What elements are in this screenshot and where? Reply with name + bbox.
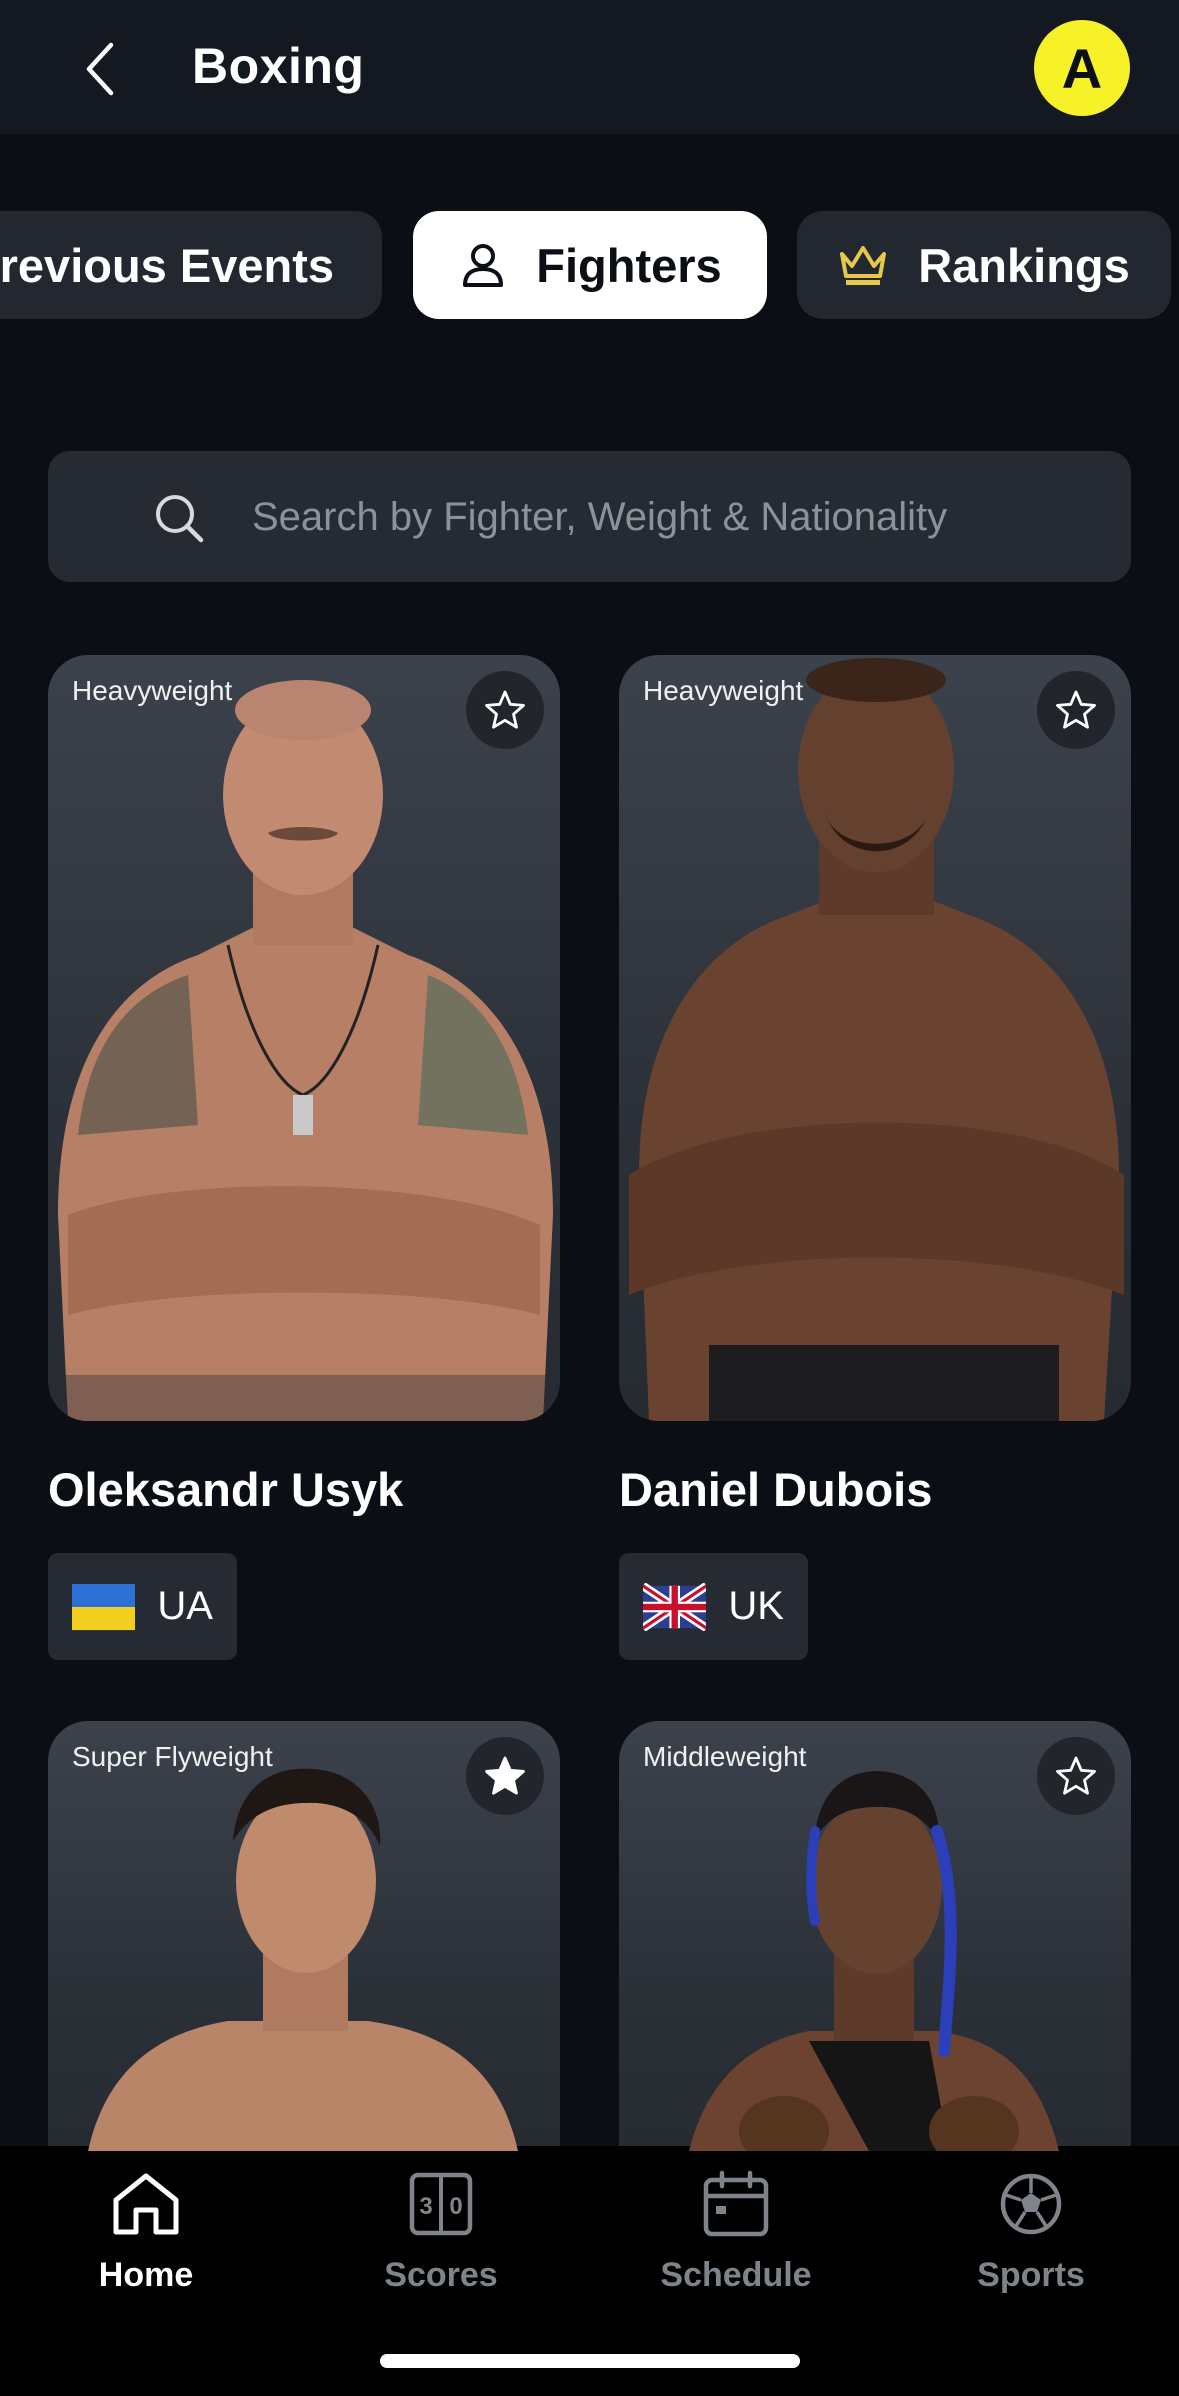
- tab-label: Previous Events: [0, 238, 334, 292]
- weight-class-label: Middleweight: [643, 1741, 807, 1772]
- weight-class-label: Heavyweight: [643, 675, 804, 706]
- nav-label: Sports: [977, 2256, 1085, 2294]
- search-bar[interactable]: [48, 451, 1131, 582]
- favorite-button[interactable]: [466, 671, 544, 749]
- fighter-photo: [48, 680, 560, 1421]
- tab-rankings[interactable]: Rankings: [797, 211, 1171, 319]
- fighter-card[interactable]: Middleweight: [619, 1721, 1131, 2151]
- tab-label: Fighters: [536, 238, 722, 292]
- fighter-name[interactable]: Daniel Dubois: [619, 1461, 932, 1519]
- star-outline-icon: [485, 690, 525, 729]
- fighter-card[interactable]: Heavyweight: [619, 655, 1131, 1421]
- favorite-button[interactable]: [466, 1737, 544, 1815]
- favorite-button[interactable]: [1037, 671, 1115, 749]
- tab-label: Rankings: [918, 238, 1130, 292]
- star-outline-icon: [1056, 1756, 1096, 1795]
- nav-label: Home: [98, 2256, 194, 2294]
- fighter-name[interactable]: Oleksandr Usyk: [48, 1461, 403, 1519]
- ukraine-flag-icon: [72, 1583, 136, 1630]
- nationality-code: UA: [157, 1584, 213, 1628]
- user-avatar[interactable]: A: [1034, 20, 1130, 116]
- uk-flag-icon: [643, 1582, 707, 1631]
- page-title: Boxing: [192, 38, 365, 94]
- nationality-badge: UA: [48, 1553, 237, 1660]
- nav-sports[interactable]: Sports: [931, 2164, 1131, 2314]
- fighter-card[interactable]: Heavyweight: [48, 655, 560, 1421]
- chevron-left-icon: [86, 42, 114, 96]
- tab-previous-events[interactable]: Previous Events: [0, 211, 382, 319]
- scoreboard-icon: 3 0: [401, 2164, 481, 2244]
- person-icon: [458, 240, 508, 290]
- favorite-button[interactable]: [1037, 1737, 1115, 1815]
- crown-icon: [838, 240, 888, 290]
- tab-fighters[interactable]: Fighters: [413, 211, 767, 319]
- app-root: Boxing A Previous Events Fighters Rankin…: [0, 0, 1179, 2396]
- search-icon: [156, 495, 204, 543]
- weight-class-label: Heavyweight: [72, 675, 233, 706]
- star-filled-icon: [485, 1756, 525, 1795]
- svg-text:3: 3: [419, 2193, 432, 2220]
- nav-scores[interactable]: 3 0 Scores: [341, 2164, 541, 2314]
- home-icon: [106, 2164, 186, 2244]
- top-bar: Boxing A: [0, 0, 1179, 134]
- search-input[interactable]: [252, 481, 1092, 553]
- fighter-card[interactable]: Super Flyweight: [48, 1721, 560, 2151]
- back-button[interactable]: [70, 34, 130, 104]
- home-indicator[interactable]: [380, 2354, 800, 2368]
- calendar-icon: [696, 2164, 776, 2244]
- nationality-badge: UK: [619, 1553, 808, 1660]
- soccer-ball-icon: [991, 2164, 1071, 2244]
- weight-class-label: Super Flyweight: [72, 1741, 273, 1772]
- star-outline-icon: [1056, 690, 1096, 729]
- nav-label: Schedule: [660, 2256, 812, 2294]
- nationality-code: UK: [728, 1584, 784, 1628]
- nav-label: Scores: [384, 2256, 498, 2294]
- nav-schedule[interactable]: Schedule: [636, 2164, 836, 2314]
- svg-text:0: 0: [449, 2193, 462, 2220]
- fighter-photo: [629, 658, 1124, 1421]
- nav-home[interactable]: Home: [46, 2164, 246, 2314]
